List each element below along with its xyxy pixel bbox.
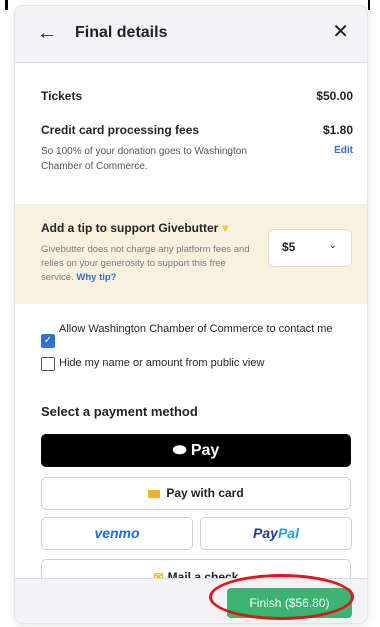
paypal-button[interactable]: PayPal: [200, 517, 352, 550]
arrow-left-icon[interactable]: ←: [37, 23, 57, 43]
fees-note: So 100% of your donation goes to Washing…: [41, 146, 247, 172]
why-tip-link[interactable]: Why tip?: [76, 272, 116, 283]
allow-contact-label: Allow Washington Chamber of Commerce to …: [59, 323, 333, 335]
payment-method-title: Select a payment method: [41, 404, 198, 419]
venmo-logo: venmo: [94, 525, 140, 541]
tip-section: Add a tip to support Givebutter ♥ Givebu…: [15, 204, 367, 304]
fees-value: $1.80: [322, 123, 353, 137]
pay-with-card-label: Pay with card: [166, 486, 244, 500]
checkout-dialog: ← Final details ✕ Tickets $50.00 Credit …: [15, 6, 367, 623]
chevron-down-icon: ⌄: [328, 240, 337, 251]
tip-title: Add a tip to support Givebutter ♥: [41, 221, 229, 235]
paypal-logo-part1: Pay: [253, 525, 278, 541]
hide-name-checkbox[interactable]: [41, 357, 55, 371]
tip-title-text: Add a tip to support Givebutter: [41, 221, 219, 235]
paypal-logo-part2: Pal: [277, 525, 299, 541]
tickets-value: $50.00: [316, 89, 353, 103]
apple-logo-icon: ⬬: [172, 442, 187, 459]
credit-card-icon: [148, 489, 161, 498]
fees-label: Credit card processing fees: [41, 123, 200, 137]
apple-pay-button[interactable]: ⬬ Pay: [41, 434, 351, 467]
close-icon[interactable]: ✕: [332, 22, 349, 42]
red-highlight-oval: [209, 574, 354, 620]
edit-fees-link[interactable]: Edit: [334, 145, 353, 156]
venmo-button[interactable]: venmo: [41, 517, 193, 550]
corner-mark-left: [5, 0, 8, 10]
tip-description: Givebutter does not charge any platform …: [41, 243, 261, 285]
allow-contact-checkbox[interactable]: ✓: [41, 334, 55, 348]
hide-name-label: Hide my name or amount from public view: [59, 357, 265, 369]
tickets-label: Tickets: [41, 89, 83, 103]
corner-mark-right: [368, 0, 370, 10]
page-title: Final details: [75, 24, 168, 41]
yellow-heart-icon: ♥: [221, 221, 229, 235]
tip-amount-select[interactable]: $5 ⌄: [268, 229, 352, 267]
apple-pay-label: Pay: [190, 442, 220, 459]
tip-amount-value: $5: [282, 240, 296, 254]
tip-description-text: Givebutter does not charge any platform …: [41, 244, 250, 283]
pay-with-card-button[interactable]: Pay with card: [41, 477, 351, 510]
dialog-header: ← Final details ✕: [15, 6, 367, 63]
